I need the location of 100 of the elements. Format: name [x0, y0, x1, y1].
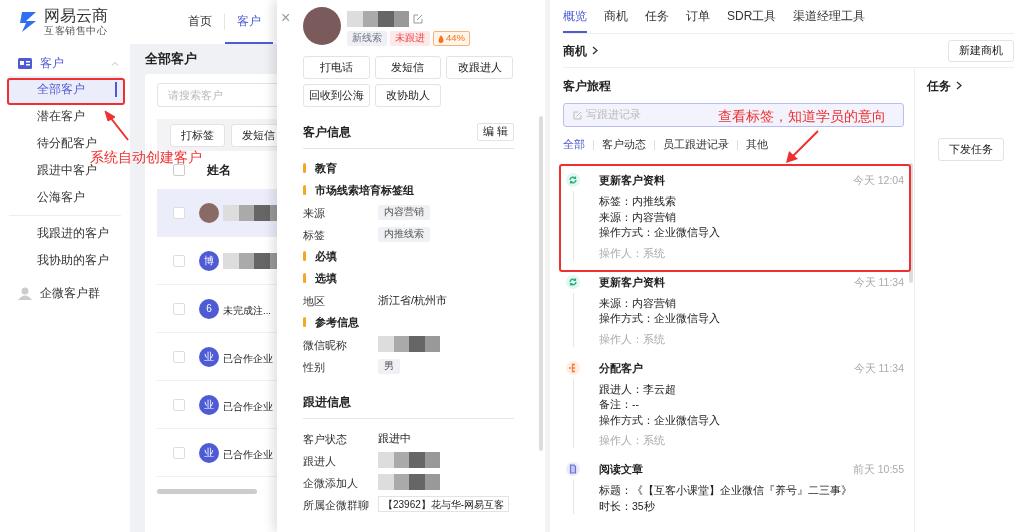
redacted-value: [378, 474, 440, 490]
event-detail: 时长：35秒: [599, 498, 656, 514]
filter-tab[interactable]: 全部: [563, 137, 585, 153]
tab[interactable]: 商机: [604, 0, 628, 33]
refresh-icon: [566, 274, 580, 289]
page-title: 全部客户: [145, 50, 197, 69]
logo-text: 网易云商: [44, 8, 108, 24]
section-link[interactable]: 商机: [563, 41, 598, 60]
tab[interactable]: 任务: [645, 0, 669, 33]
branch-icon: [566, 360, 580, 375]
group-label: 必填: [315, 248, 337, 264]
group-label: 选填: [315, 270, 337, 286]
edit-button[interactable]: 编 辑: [477, 123, 514, 141]
redacted-value: [378, 336, 440, 352]
sidebar-item[interactable]: 我跟进的客户: [7, 220, 123, 247]
chevron-right-icon: [956, 81, 962, 90]
customer-name: 已合作企业: [223, 448, 273, 460]
sidebar-group[interactable]: 客户: [7, 50, 123, 76]
event-title: 阅读文章: [599, 462, 643, 478]
customer-name: 已合作企业: [223, 352, 273, 364]
annotation-text: 查看标签，知道学员的意向: [718, 107, 886, 126]
sidebar-item[interactable]: 我协助的客户: [7, 247, 123, 274]
sidebar-group[interactable]: 企微客户群: [7, 278, 123, 308]
event-title: 更新客户资料: [599, 173, 665, 189]
field-tag: 内推线索: [378, 226, 430, 242]
logo-icon: [18, 9, 38, 35]
tab[interactable]: 概览: [563, 0, 587, 33]
checkbox[interactable]: [173, 164, 185, 176]
section-title: 客户信息: [303, 124, 351, 141]
action-button[interactable]: 改跟进人: [446, 56, 513, 79]
filter-tab[interactable]: 其他: [746, 137, 768, 153]
redacted-name: [347, 11, 409, 27]
sidebar-item[interactable]: 全部客户: [7, 76, 123, 103]
checkbox[interactable]: [173, 206, 185, 219]
field-tag: 男: [378, 358, 400, 374]
nav-tab[interactable]: 首页: [176, 0, 224, 44]
assign-task-button[interactable]: 下发任务: [937, 138, 1004, 161]
event-detail: 来源：内容营销: [599, 295, 677, 311]
event-title: 更新客户资料: [599, 274, 665, 290]
status-tag: 44%: [433, 31, 470, 46]
event-detail: 操作方式：企业微信导入: [599, 412, 721, 428]
avatar: 业: [199, 442, 219, 463]
group-label: 参考信息: [315, 314, 359, 330]
edit-icon: [573, 110, 582, 120]
action-button[interactable]: 改协助人: [374, 84, 442, 107]
checkbox[interactable]: [173, 398, 185, 411]
column-header: 姓名: [207, 162, 231, 179]
action-button[interactable]: 打电话: [303, 56, 370, 79]
section-marker: [303, 273, 306, 283]
field-label: 所属企微群聊: [303, 499, 369, 511]
avatar-photo-placeholder: [303, 7, 341, 45]
event-detail: 跟进人：李云超: [599, 381, 677, 397]
customer-name: 已合作企业: [223, 400, 273, 412]
flame-icon: [438, 34, 444, 43]
action-button[interactable]: 发短信: [374, 56, 442, 79]
status-tag: 未跟进: [390, 31, 430, 46]
group-label: 市场线索培育标签组: [315, 182, 414, 198]
section-link[interactable]: 任务: [927, 68, 962, 103]
field-label: 性别: [303, 361, 325, 373]
event-time: 今天 11:34: [853, 274, 904, 290]
checkbox[interactable]: [173, 254, 185, 267]
action-button[interactable]: 回收到公海: [303, 84, 370, 107]
tab[interactable]: 订单: [686, 0, 710, 33]
avatar: 6: [199, 298, 219, 319]
logo-subtitle: 互客销售中心: [44, 26, 108, 36]
field-label: 来源: [303, 207, 325, 219]
section-title: 跟进信息: [303, 394, 351, 411]
checkbox[interactable]: [173, 302, 185, 315]
avatar: 业: [199, 346, 219, 367]
sidebar-item[interactable]: 公海客户: [7, 184, 123, 211]
checkbox[interactable]: [173, 350, 185, 363]
checkbox[interactable]: [173, 446, 185, 459]
event-detail: 标题：《【互客小课堂】企业微信『养号』二三事》: [599, 483, 853, 498]
event-time: 今天 11:34: [853, 360, 904, 376]
filter-tab[interactable]: 员工跟进记录: [663, 137, 729, 153]
sidebar-item[interactable]: 潜在客户: [7, 103, 123, 130]
avatar-photo-placeholder: [199, 202, 219, 223]
tab[interactable]: 渠道经理工具: [793, 0, 866, 33]
event-detail: 标签：内推线索: [599, 194, 677, 209]
field-value: 跟进中: [378, 430, 411, 446]
scrollbar[interactable]: [157, 489, 257, 494]
event-title: 分配客户: [599, 360, 643, 376]
event-detail: 来源：内容营销: [599, 209, 677, 225]
field-label: 地区: [303, 295, 325, 307]
event-time: 前天 10:55: [852, 462, 904, 478]
section-marker: [303, 317, 306, 327]
new-opportunity-button[interactable]: 新建商机: [948, 39, 1014, 62]
scrollbar[interactable]: [539, 116, 543, 451]
filter-tab[interactable]: 客户动态: [602, 137, 646, 153]
field-label: 跟进人: [303, 455, 336, 467]
status-tag: 新线索: [347, 31, 387, 46]
annotation-arrow: [786, 130, 819, 163]
person-icon: [18, 286, 32, 300]
event-detail: 操作方式：企业微信导入: [599, 311, 721, 326]
section-marker: [303, 185, 306, 195]
toolbar-button[interactable]: 打标签: [170, 123, 225, 147]
event-detail: 操作方式：企业微信导入: [599, 225, 721, 240]
avatar: 博: [199, 250, 219, 271]
contact-card-icon: [18, 57, 32, 69]
tab[interactable]: SDR工具: [727, 0, 777, 33]
